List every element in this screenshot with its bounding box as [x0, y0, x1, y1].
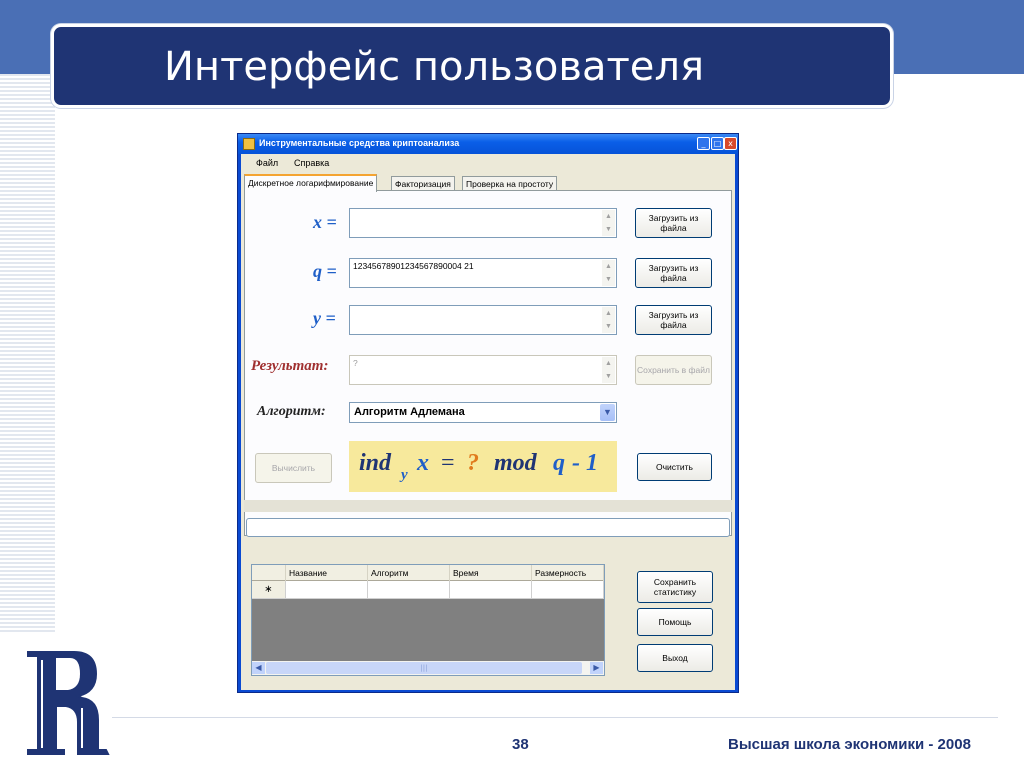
footer-text: Высшая школа экономики - 2008 — [728, 736, 971, 753]
result-scrollbar: ▲ ▼ — [602, 357, 615, 383]
window-titlebar[interactable]: Инструментальные средства криптоанализа … — [238, 134, 738, 154]
progress-area — [244, 500, 732, 512]
q-label: q = — [313, 261, 337, 281]
minimize-icon[interactable]: _ — [697, 137, 710, 150]
formula-q: q — [553, 450, 565, 476]
x-input[interactable]: ▲ ▼ — [349, 208, 617, 238]
load-q-button[interactable]: Загрузить из файла — [635, 258, 712, 288]
app-window: Инструментальные средства криптоанализа … — [237, 133, 739, 693]
help-button[interactable]: Помощь — [637, 608, 713, 636]
scroll-down-icon: ▼ — [605, 373, 612, 380]
col-time[interactable]: Время — [450, 565, 532, 581]
result-output: ? ▲ ▼ — [349, 355, 617, 385]
formula-minus-one: - 1 — [572, 450, 598, 476]
q-value: 12345678901234567890004 21 — [353, 261, 474, 271]
load-y-button[interactable]: Загрузить из файла — [635, 305, 712, 335]
grid-corner — [252, 565, 286, 581]
hse-logo — [22, 648, 114, 758]
status-box — [246, 518, 730, 537]
algorithm-select[interactable]: Алгоритм Адлемана ▼ — [349, 402, 617, 423]
stats-grid[interactable]: Название Алгоритм Время Размерность ∗ ◀ … — [251, 564, 605, 676]
result-label: Результат: — [251, 358, 329, 374]
q-input[interactable]: 12345678901234567890004 21 ▲ ▼ — [349, 258, 617, 288]
formula-banner: ind y x = ? mod q - 1 — [349, 441, 617, 492]
scroll-up-icon: ▲ — [605, 360, 612, 367]
formula-mod: mod — [494, 450, 537, 476]
grid-header: Название Алгоритм Время Размерность — [252, 565, 604, 581]
col-size[interactable]: Размерность — [532, 565, 604, 581]
compute-button[interactable]: Вычислить — [255, 453, 332, 483]
title-box: Интерфейс пользователя — [51, 24, 893, 108]
footer-line — [112, 717, 998, 718]
scroll-down-icon[interactable]: ▼ — [602, 320, 615, 333]
algorithm-label: Алгоритм: — [257, 404, 326, 419]
clear-button[interactable]: Очистить — [637, 453, 712, 481]
scroll-up-icon[interactable]: ▲ — [602, 210, 615, 223]
menubar: Файл Справка — [241, 154, 735, 172]
maximize-icon[interactable]: □ — [711, 137, 724, 150]
q-scrollbar[interactable]: ▲ ▼ — [602, 260, 615, 286]
scroll-right-icon[interactable]: ▶ — [590, 662, 603, 674]
y-scrollbar[interactable]: ▲ ▼ — [602, 307, 615, 333]
tab-primality[interactable]: Проверка на простоту — [462, 176, 558, 191]
algorithm-selected: Алгоритм Адлемана — [354, 406, 465, 418]
dropdown-arrow-icon[interactable]: ▼ — [600, 404, 615, 421]
scroll-up-icon[interactable]: ▲ — [602, 260, 615, 273]
cell-name[interactable] — [286, 581, 368, 599]
col-name[interactable]: Название — [286, 565, 368, 581]
formula-x: x — [417, 450, 429, 476]
col-algorithm[interactable]: Алгоритм — [368, 565, 450, 581]
scroll-up-icon[interactable]: ▲ — [602, 307, 615, 320]
grid-hscrollbar[interactable]: ◀ ||| ▶ — [252, 661, 604, 675]
formula-qmark: ? — [467, 450, 479, 476]
scroll-left-icon[interactable]: ◀ — [252, 662, 265, 674]
scroll-down-icon[interactable]: ▼ — [602, 273, 615, 286]
tab-panel: x = ▲ ▼ Загрузить из файла q = 123456789… — [244, 190, 732, 536]
save-result-button[interactable]: Сохранить в файл — [635, 355, 712, 385]
tab-factorization[interactable]: Факторизация — [391, 176, 455, 191]
table-row[interactable]: ∗ — [252, 581, 604, 599]
hscroll-thumb[interactable]: ||| — [266, 662, 582, 674]
y-input[interactable]: ▲ ▼ — [349, 305, 617, 335]
result-value: ? — [353, 358, 358, 368]
cell-algorithm[interactable] — [368, 581, 450, 599]
new-row-marker: ∗ — [252, 581, 286, 599]
app-icon[interactable] — [243, 138, 255, 150]
window-client: Файл Справка Дискретное логарифмирование… — [241, 154, 735, 690]
tab-discrete-log[interactable]: Дискретное логарифмирование — [244, 174, 378, 192]
x-scrollbar[interactable]: ▲ ▼ — [602, 210, 615, 236]
menu-help[interactable]: Справка — [294, 158, 329, 168]
y-label: y = — [313, 308, 336, 328]
window-title: Инструментальные средства криптоанализа — [259, 138, 460, 148]
formula-eq: = — [441, 450, 455, 476]
formula-ind: ind — [359, 450, 392, 476]
page-number: 38 — [512, 736, 529, 753]
menu-file[interactable]: Файл — [256, 158, 278, 168]
save-stats-button[interactable]: Сохранить статистику — [637, 571, 713, 603]
cell-time[interactable] — [450, 581, 532, 599]
exit-button[interactable]: Выход — [637, 644, 713, 672]
formula-sub: y — [401, 467, 408, 483]
scroll-down-icon[interactable]: ▼ — [602, 223, 615, 236]
slide-title: Интерфейс пользователя — [164, 44, 705, 90]
x-label: x = — [313, 212, 337, 232]
cell-size[interactable] — [532, 581, 604, 599]
tab-strip: Дискретное логарифмирование Факторизация… — [241, 174, 735, 192]
close-icon[interactable]: x — [724, 137, 737, 150]
load-x-button[interactable]: Загрузить из файла — [635, 208, 712, 238]
left-stripes — [0, 74, 55, 634]
